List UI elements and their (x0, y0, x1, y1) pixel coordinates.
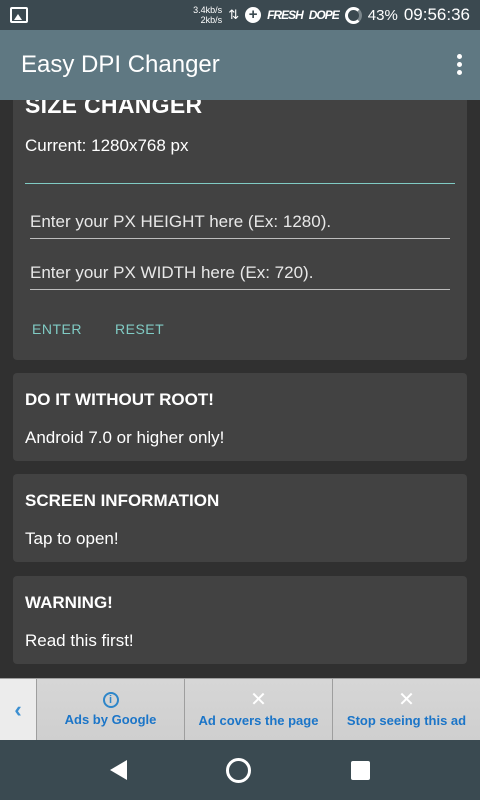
more-vert-icon[interactable] (457, 54, 462, 75)
stop-seeing-ad-label: Stop seeing this ad (346, 713, 467, 728)
net-up: 3.4kb/s (193, 5, 223, 15)
net-down: 2kb/s (200, 15, 223, 25)
ad-covers-page-label: Ad covers the page (198, 713, 319, 728)
dot (457, 62, 462, 67)
screen-info-title: SCREEN INFORMATION (25, 491, 220, 510)
size-changer-title: SIZE CHANGER (25, 100, 203, 118)
close-icon: ✕ (250, 689, 267, 711)
no-root-title: DO IT WITHOUT ROOT! (25, 390, 214, 409)
no-root-subtitle: Android 7.0 or higher only! (25, 428, 225, 447)
accent-divider (25, 183, 455, 184)
current-resolution: Current: 1280x768 px (25, 136, 189, 155)
no-root-card[interactable]: DO IT WITHOUT ROOT! Android 7.0 or highe… (13, 373, 467, 461)
ad-feedback-bar: ‹ i Ads by Google ✕ Ad covers the page ✕… (0, 678, 480, 740)
battery-ring-icon (344, 6, 362, 24)
recent-square-icon[interactable] (351, 760, 371, 780)
clock: 09:56:36 (403, 5, 470, 24)
size-changer-card: SIZE CHANGER Current: 1280x768 px ENTER … (13, 100, 467, 360)
app-bar: Easy DPI Changer (0, 30, 480, 100)
info-icon: i (102, 692, 119, 708)
battery-percent: 43% (367, 6, 398, 24)
close-icon: ✕ (398, 689, 415, 711)
enter-button[interactable]: ENTER (32, 321, 82, 337)
ads-by-google-button[interactable]: i Ads by Google (37, 679, 185, 740)
plus-circle-icon: + (245, 7, 262, 23)
ad-covers-page-button[interactable]: ✕ Ad covers the page (185, 679, 333, 740)
ads-by-google-label: Ads by Google (64, 712, 157, 727)
warning-title: WARNING! (25, 593, 113, 612)
image-icon (10, 7, 28, 23)
width-input[interactable] (30, 256, 450, 290)
chevron-left-icon: ‹ (14, 696, 22, 722)
graffiti-notification-2: DOPE (308, 8, 340, 22)
dot (457, 54, 462, 59)
ad-back-button[interactable]: ‹ (0, 679, 37, 740)
network-speed: 3.4kb/s 2kb/s (193, 5, 222, 25)
navigation-bar (0, 740, 480, 800)
home-circle-icon[interactable] (226, 757, 252, 783)
data-arrows-icon: ⇅ (228, 7, 240, 22)
reset-button[interactable]: RESET (115, 321, 164, 337)
status-bar: 3.4kb/s 2kb/s ⇅ + FRESH DOPE 43% 09:56:3… (0, 0, 480, 30)
screen-info-card[interactable]: SCREEN INFORMATION Tap to open! (13, 474, 467, 562)
back-triangle-icon[interactable] (109, 760, 127, 780)
graffiti-notification-1: FRESH (267, 8, 304, 22)
height-input[interactable] (30, 205, 450, 239)
dot (457, 70, 462, 75)
warning-subtitle: Read this first! (25, 631, 134, 650)
app-title: Easy DPI Changer (21, 51, 220, 78)
warning-card[interactable]: WARNING! Read this first! (13, 576, 467, 664)
stop-seeing-ad-button[interactable]: ✕ Stop seeing this ad (333, 679, 480, 740)
screen-info-subtitle: Tap to open! (25, 529, 119, 548)
